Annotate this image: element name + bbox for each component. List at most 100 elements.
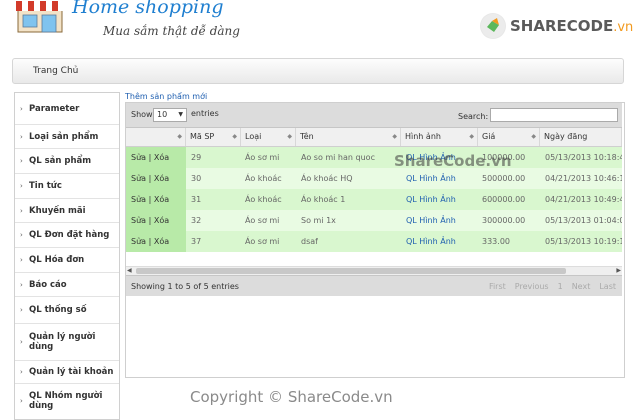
- row-actions[interactable]: Sửa | Xóa: [126, 210, 186, 231]
- sort-icon: ◆: [531, 133, 536, 140]
- sort-icon: ◆: [232, 133, 237, 140]
- sharecode-logo-icon: [480, 13, 506, 39]
- manage-images-link[interactable]: QL Hình Ảnh: [406, 231, 456, 252]
- manage-images-link[interactable]: QL Hình Ảnh: [406, 210, 456, 231]
- column-header-actions[interactable]: ◆: [126, 128, 186, 146]
- sidebar-item-parameter[interactable]: › Parameter: [15, 93, 119, 125]
- sidebar-item-label: QL Nhóm người dùng: [29, 391, 103, 411]
- sidebar-item-parameters[interactable]: › QL thống số: [15, 297, 119, 324]
- product-name: Áo khoác HQ: [301, 174, 353, 183]
- column-header-type[interactable]: Loại ◆: [241, 128, 296, 146]
- pagination-page[interactable]: 1: [558, 282, 563, 291]
- table-footer: Showing 1 to 5 of 5 entries First Previo…: [126, 275, 622, 296]
- row-actions[interactable]: Sửa | Xóa: [126, 168, 186, 189]
- manage-images-link[interactable]: QL Hình Ảnh: [406, 189, 456, 210]
- scroll-left-icon[interactable]: ◀: [127, 267, 132, 274]
- column-header-date[interactable]: Ngày đăng: [540, 128, 622, 146]
- sidebar-item-label: QL thống số: [29, 305, 87, 315]
- table-row: Sửa | Xóa 31 Áo khoác Áo khoác 1 QL Hình…: [126, 189, 622, 210]
- product-id: 31: [191, 195, 202, 204]
- sidebar-item-label: QL Đơn đặt hàng: [29, 230, 110, 240]
- breadcrumb: Trang Chủ: [12, 58, 624, 84]
- chevron-right-icon: ›: [20, 157, 23, 165]
- product-price: 300000.00: [482, 216, 526, 225]
- sharecode-suffix-text: .vn: [613, 20, 634, 35]
- breadcrumb-home-link[interactable]: Trang Chủ: [33, 66, 78, 76]
- sidebar-item-label: Quản lý tài khoản: [29, 367, 114, 377]
- sidebar-item-reports[interactable]: › Báo cáo: [15, 273, 119, 297]
- sidebar-item-product-types[interactable]: › Loại sản phẩm: [15, 125, 119, 149]
- products-table: Show 10 ▼ entries Search: ◆ Mã SP ◆ Loại ◆ …: [125, 102, 625, 378]
- manage-images-link[interactable]: QL Hình Ảnh: [406, 168, 456, 189]
- entries-label: entries: [191, 109, 219, 118]
- product-name: dsaf: [301, 237, 318, 246]
- page-length-value: 10: [157, 110, 168, 119]
- scroll-right-icon[interactable]: ▶: [616, 267, 621, 274]
- column-header-name[interactable]: Tên ◆: [296, 128, 401, 146]
- pagination-last[interactable]: Last: [599, 282, 616, 291]
- sidebar-item-orders[interactable]: › QL Đơn đặt hàng: [15, 223, 119, 248]
- sidebar-item-user-groups[interactable]: › QL Nhóm người dùng: [15, 384, 119, 418]
- sidebar-item-label: QL sản phẩm: [29, 156, 92, 166]
- product-type: Áo khoác: [245, 195, 282, 204]
- sidebar-item-label: Khuyến mãi: [29, 205, 86, 216]
- chevron-right-icon: ›: [20, 306, 23, 314]
- product-date: 05/13/2013 10:18:44 PM: [545, 153, 622, 162]
- row-actions[interactable]: Sửa | Xóa: [126, 189, 186, 210]
- table-grid: ◆ Mã SP ◆ Loại ◆ Tên ◆ Hình ảnh ◆ Giá ◆ Ngày …: [126, 128, 622, 266]
- pagination-first[interactable]: First: [489, 282, 506, 291]
- column-header-price[interactable]: Giá ◆: [478, 128, 540, 146]
- product-id: 32: [191, 216, 202, 225]
- page-length-select[interactable]: 10 ▼: [153, 108, 187, 122]
- sidebar-item-invoices[interactable]: › QL Hóa đơn: [15, 248, 119, 273]
- table-row: Sửa | Xóa 32 Áo sơ mi So mi 1x QL Hình Ả…: [126, 210, 622, 231]
- search-input[interactable]: [490, 108, 618, 122]
- product-type: Áo sơ mi: [245, 237, 280, 246]
- sidebar-item-accounts[interactable]: › Quản lý tài khoản: [15, 361, 119, 384]
- product-id: 37: [191, 237, 202, 246]
- sidebar-item-label: Loại sản phẩm: [29, 131, 99, 142]
- chevron-right-icon: ›: [20, 368, 23, 376]
- header: Home shopping Mua sắm thật dễ dàng SHARE…: [0, 0, 640, 52]
- chevron-right-icon: ›: [20, 206, 23, 215]
- pagination-next[interactable]: Next: [572, 282, 591, 291]
- brand-subtitle: Mua sắm thật dễ dàng: [103, 24, 240, 38]
- scrollbar-thumb[interactable]: [136, 268, 566, 274]
- sort-icon: ◆: [287, 133, 292, 140]
- column-header-id[interactable]: Mã SP ◆: [186, 128, 241, 146]
- chevron-right-icon: ›: [20, 182, 23, 190]
- sidebar-item-products[interactable]: › QL sản phẩm: [15, 149, 119, 174]
- chevron-right-icon: ›: [20, 132, 23, 141]
- watermark-copyright: Copyright © ShareCode.vn: [190, 388, 393, 406]
- product-type: Áo sơ mi: [245, 153, 280, 162]
- sidebar-item-users[interactable]: › Quản lý người dùng: [15, 324, 119, 361]
- sidebar-item-news[interactable]: › Tin tức: [15, 174, 119, 199]
- table-row: Sửa | Xóa 29 Áo sơ mi Ao so mi han quoc …: [126, 147, 622, 168]
- product-price: 600000.00: [482, 195, 526, 204]
- sharecode-logo: SHARECODE.vn: [480, 10, 633, 42]
- product-name: So mi 1x: [301, 216, 336, 225]
- sidebar-item-promotions[interactable]: › Khuyến mãi: [15, 199, 119, 223]
- chevron-right-icon: ›: [20, 280, 23, 289]
- product-name: Áo khoác 1: [301, 195, 346, 204]
- dropdown-arrow-icon: ▼: [178, 111, 183, 118]
- pagination-previous[interactable]: Previous: [515, 282, 549, 291]
- product-id: 30: [191, 174, 202, 183]
- row-actions[interactable]: Sửa | Xóa: [126, 231, 186, 252]
- product-date: 04/21/2013 10:46:15 PM: [545, 174, 622, 183]
- chevron-right-icon: ›: [20, 104, 23, 113]
- sidebar-item-label: Parameter: [29, 103, 80, 114]
- add-product-link[interactable]: Thêm sản phẩm mới: [125, 92, 207, 101]
- product-price: 333.00: [482, 237, 510, 246]
- sidebar: › Parameter › Loại sản phẩm › QL sản phẩm ›…: [14, 92, 120, 420]
- pagination: First Previous 1 Next Last: [489, 282, 616, 291]
- sort-icon: ◆: [177, 133, 182, 140]
- product-date: 05/13/2013 01:04:07 AM: [545, 216, 622, 225]
- column-header-image[interactable]: Hình ảnh ◆: [401, 128, 478, 146]
- show-label: Show: [131, 110, 153, 119]
- sort-icon: ◆: [469, 133, 474, 140]
- row-actions[interactable]: Sửa | Xóa: [126, 147, 186, 168]
- sidebar-item-label: Quản lý người dùng: [29, 332, 96, 352]
- sidebar-item-label: QL Hóa đơn: [29, 255, 85, 265]
- product-price: 500000.00: [482, 174, 526, 183]
